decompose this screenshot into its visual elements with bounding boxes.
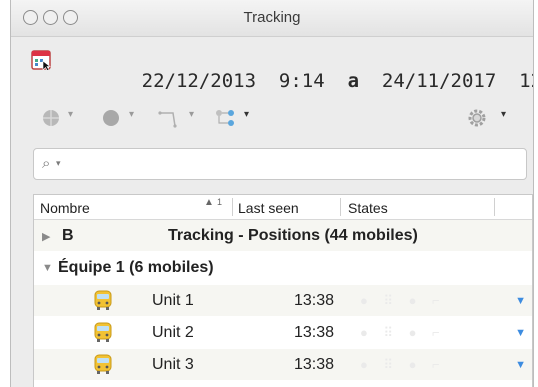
settings-dropdown-icon[interactable]: ▾ [501,109,506,120]
unit-name: Unit 3 [152,356,194,373]
path-tool-dropdown-icon[interactable]: ▾ [189,109,194,120]
map-toolbar: ▾ ▾ ▾ ▾ ▾ [11,100,533,136]
title-bar: Tracking [11,0,533,37]
search-icon[interactable]: ⌕ [42,155,50,172]
column-divider[interactable] [494,198,495,216]
vehicle-icon [94,354,112,374]
row-dropdown-icon[interactable]: ▼ [515,359,526,371]
state-indicators: ● ⠿ ● ⌐ [360,357,446,372]
sort-order-number: 1 [217,197,223,207]
unit-name: Unit 1 [152,292,194,309]
table-row[interactable]: Unit 1 13:38 ● ⠿ ● ⌐ ▼ [34,285,532,316]
column-nombre[interactable]: Nombre [40,200,90,216]
group-detail: Tracking - Positions (44 mobiles) [168,227,418,244]
group-label: Équipe 1 (6 mobiles) [58,259,214,276]
marker-tool-icon[interactable] [41,108,61,128]
sort-ascending-icon[interactable]: ▲ [204,197,214,208]
vehicle-icon [94,322,112,342]
end-date[interactable]: 24/11/2017 12:14 [382,70,533,92]
state-indicators: ● ⠿ ● ⌐ [360,325,446,340]
disclosure-triangle-expanded-icon[interactable]: ▼ [42,262,53,274]
vehicle-icon [94,290,112,310]
disclosure-triangle-collapsed-icon[interactable]: ▶ [42,230,50,243]
range-connector: a [347,70,360,92]
last-seen-time: 13:38 [294,324,335,341]
start-date[interactable]: 22/12/2013 9:14 [142,70,325,92]
dot-tool-dropdown-icon[interactable]: ▾ [129,109,134,120]
row-dropdown-icon[interactable]: ▼ [515,327,526,339]
tracking-window: Tracking 22/12/2013 9:14 a 24/11/2017 12… [10,0,534,387]
table-header: Nombre ▲ 1 Last seen States [34,195,532,220]
column-divider[interactable] [340,198,341,216]
last-seen-time: 13:38 [294,356,335,373]
last-seen-time: 13:38 [294,292,335,309]
tree-tool-dropdown-icon[interactable]: ▾ [244,109,249,120]
gear-icon[interactable] [466,107,488,129]
column-states[interactable]: States [348,200,388,216]
window-title: Tracking [243,9,301,26]
unit-name: Unit 2 [152,324,194,341]
table-row[interactable]: ▼ Équipe 1 (6 mobiles) [34,252,532,283]
table-row[interactable]: Unit 3 13:38 ● ⠿ ● ⌐ ▼ [34,349,532,380]
tree-tool-icon[interactable] [214,108,238,128]
path-tool-icon[interactable] [157,108,181,130]
row-dropdown-icon[interactable]: ▼ [515,295,526,307]
marker-tool-dropdown-icon[interactable]: ▾ [68,109,73,120]
table-row[interactable]: ▶ B Tracking - Positions (44 mobiles) [34,220,532,251]
column-divider[interactable] [232,198,233,216]
search-field[interactable]: ⌕ ▾ [33,148,527,180]
group-label: B [62,227,74,244]
search-options-icon[interactable]: ▾ [56,158,61,169]
column-last-seen[interactable]: Last seen [238,200,299,216]
date-range-row: 22/12/2013 9:14 a 24/11/2017 12:14 [11,40,533,92]
calendar-icon[interactable] [31,48,51,70]
dot-tool-icon[interactable] [101,108,121,128]
state-indicators: ● ⠿ ● ⌐ [360,293,446,308]
table-row[interactable]: Unit 2 13:38 ● ⠿ ● ⌐ ▼ [34,317,532,348]
mobiles-table: Nombre ▲ 1 Last seen States ▶ B Tracking… [33,194,533,387]
